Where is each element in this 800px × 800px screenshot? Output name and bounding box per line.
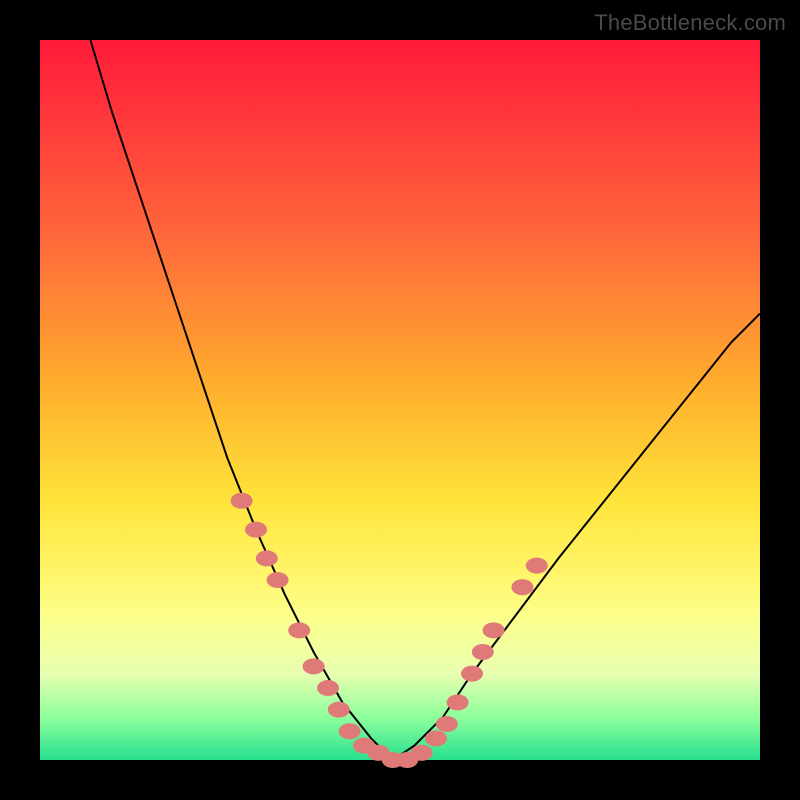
data-point [447, 694, 469, 710]
data-point [511, 579, 533, 595]
data-point [267, 572, 289, 588]
data-point [436, 716, 458, 732]
curve-data-points [231, 493, 548, 768]
data-point [483, 622, 505, 638]
data-point [411, 745, 433, 761]
chart-svg [40, 40, 760, 760]
data-point [317, 680, 339, 696]
data-point [472, 644, 494, 660]
data-point [339, 723, 361, 739]
data-point [303, 658, 325, 674]
data-point [425, 730, 447, 746]
chart-frame: TheBottleneck.com [0, 0, 800, 800]
data-point [256, 550, 278, 566]
data-point [526, 558, 548, 574]
plot-area [40, 40, 760, 760]
data-point [288, 622, 310, 638]
data-point [461, 666, 483, 682]
bottleneck-curve [90, 40, 760, 760]
data-point [231, 493, 253, 509]
data-point [328, 702, 350, 718]
data-point [245, 522, 267, 538]
watermark-text: TheBottleneck.com [594, 10, 786, 36]
